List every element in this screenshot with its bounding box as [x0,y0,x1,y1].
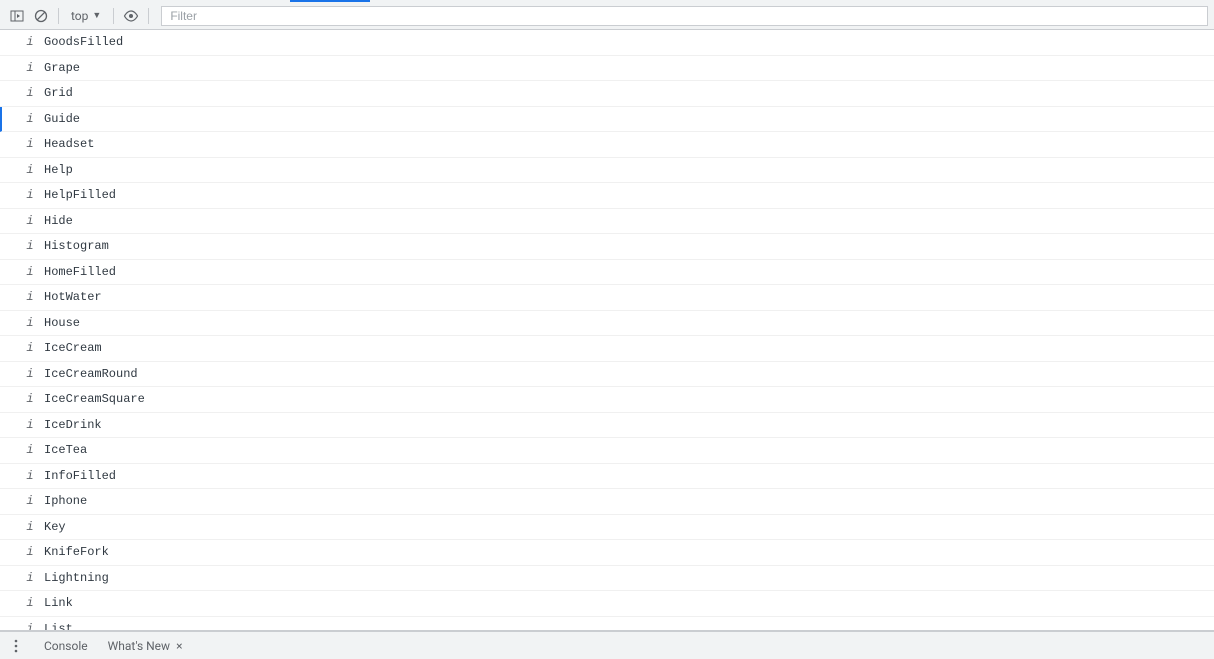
chevron-down-icon: ▼ [92,10,101,21]
log-row[interactable]: i HotWater [0,285,1214,311]
log-message: Histogram [44,239,109,253]
log-level-icon: i [24,35,36,49]
log-message: Grape [44,61,80,75]
log-level-icon: i [24,494,36,508]
log-level-icon: i [24,290,36,304]
close-icon[interactable]: × [176,639,182,653]
context-label: top [71,9,88,23]
log-level-icon: i [24,341,36,355]
log-level-icon: i [24,86,36,100]
log-row[interactable]: i IceTea [0,438,1214,464]
log-row[interactable]: i Lightning [0,566,1214,592]
log-row[interactable]: i House [0,311,1214,337]
toolbar-separator [148,8,149,24]
log-message: Link [44,596,73,610]
log-message: IceCreamSquare [44,392,145,406]
drawer-tabs: Console What's New × [0,631,1214,659]
log-row[interactable]: i HomeFilled [0,260,1214,286]
log-row[interactable]: i Headset [0,132,1214,158]
console-toolbar: top ▼ [0,2,1214,30]
log-message: HelpFilled [44,188,116,202]
log-level-icon: i [24,367,36,381]
log-level-icon: i [24,137,36,151]
log-message: GoodsFilled [44,35,123,49]
log-row[interactable]: i Grape [0,56,1214,82]
log-message: IceTea [44,443,87,457]
log-row[interactable]: i IceCreamSquare [0,387,1214,413]
log-level-icon: i [24,596,36,610]
log-message: KnifeFork [44,545,109,559]
log-level-icon: i [24,545,36,559]
log-row[interactable]: i IceCreamRound [0,362,1214,388]
log-message: Key [44,520,66,534]
log-row[interactable]: i Help [0,158,1214,184]
log-message: Hide [44,214,73,228]
log-row[interactable]: i Guide [0,107,1214,133]
log-row[interactable]: i Histogram [0,234,1214,260]
filter-input[interactable] [161,6,1208,26]
log-message: Help [44,163,73,177]
log-row[interactable]: i Hide [0,209,1214,235]
log-level-icon: i [24,316,36,330]
log-level-icon: i [24,61,36,75]
log-row[interactable]: i List [0,617,1214,632]
log-row[interactable]: i Key [0,515,1214,541]
log-row[interactable]: i GoodsFilled [0,30,1214,56]
log-message: Lightning [44,571,109,585]
log-message: InfoFilled [44,469,116,483]
log-row[interactable]: i IceDrink [0,413,1214,439]
log-level-icon: i [24,443,36,457]
log-message: IceCream [44,341,102,355]
log-row[interactable]: i Iphone [0,489,1214,515]
log-row[interactable]: i HelpFilled [0,183,1214,209]
clear-icon [34,9,48,23]
log-message: House [44,316,80,330]
log-level-icon: i [24,163,36,177]
log-level-icon: i [24,112,36,126]
log-message: Iphone [44,494,87,508]
log-row[interactable]: i IceCream [0,336,1214,362]
log-level-icon: i [24,418,36,432]
context-selector[interactable]: top ▼ [65,7,107,25]
log-row[interactable]: i KnifeFork [0,540,1214,566]
log-row[interactable]: i InfoFilled [0,464,1214,490]
drawer-menu-button[interactable] [6,636,26,656]
log-level-icon: i [24,188,36,202]
log-level-icon: i [24,520,36,534]
log-message: List [44,622,73,631]
toggle-console-sidebar-button[interactable] [6,5,28,27]
drawer-tab-label: What's New [108,639,170,653]
log-level-icon: i [24,622,36,631]
drawer-tab[interactable]: What's New × [98,632,193,659]
log-message: Guide [44,112,80,126]
log-message: Grid [44,86,73,100]
log-message: IceCreamRound [44,367,138,381]
log-message: Headset [44,137,94,151]
kebab-menu-icon [14,639,18,653]
log-level-icon: i [24,571,36,585]
toolbar-separator [58,8,59,24]
log-level-icon: i [24,469,36,483]
log-row[interactable]: i Grid [0,81,1214,107]
log-message: HomeFilled [44,265,116,279]
drawer-tab[interactable]: Console [34,632,98,659]
toolbar-separator [113,8,114,24]
log-level-icon: i [24,239,36,253]
log-row[interactable]: i Link [0,591,1214,617]
tab-indicator [0,0,1214,2]
log-level-icon: i [24,214,36,228]
log-message: IceDrink [44,418,102,432]
clear-console-button[interactable] [30,5,52,27]
log-level-icon: i [24,265,36,279]
eye-icon [123,10,139,22]
console-log-area[interactable]: iGoodsFillediGrapeiGridiGuideiHeadsetiHe… [0,30,1214,631]
sidebar-toggle-icon [10,9,24,23]
log-level-icon: i [24,392,36,406]
live-expression-button[interactable] [120,5,142,27]
log-message: HotWater [44,290,102,304]
drawer-tab-label: Console [44,639,88,653]
